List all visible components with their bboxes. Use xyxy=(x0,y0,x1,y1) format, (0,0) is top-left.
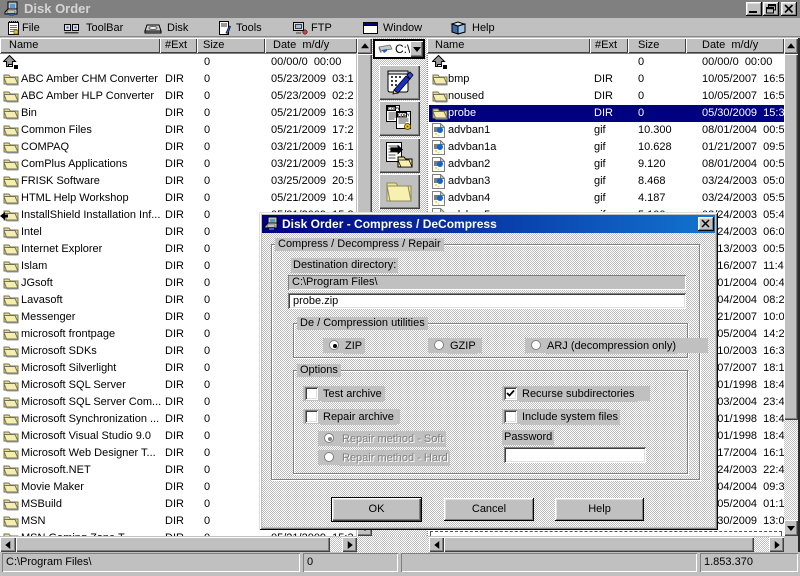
svg-text:COPY: COPY xyxy=(398,112,410,117)
svg-text:COPY: COPY xyxy=(388,106,400,111)
